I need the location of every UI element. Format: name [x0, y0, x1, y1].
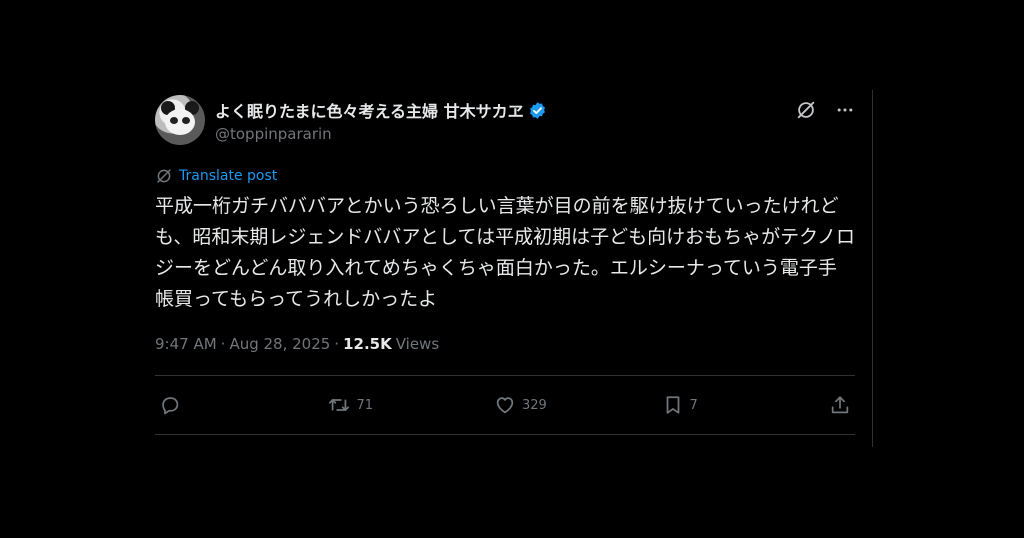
heart-icon: [494, 394, 516, 416]
tweet-card[interactable]: よく眠りたまに色々考える主婦 甘木サカヱ @toppinpararin Tran…: [155, 95, 855, 435]
repost-icon: [327, 394, 351, 416]
author-handle[interactable]: @toppinpararin: [215, 125, 547, 143]
bookmark-count: 7: [689, 397, 698, 413]
tweet-header: よく眠りたまに色々考える主婦 甘木サカヱ @toppinpararin: [155, 95, 855, 151]
header-actions: [795, 99, 855, 121]
more-icon[interactable]: [835, 100, 855, 120]
author-names: よく眠りたまに色々考える主婦 甘木サカヱ @toppinpararin: [215, 98, 547, 143]
author-display-name[interactable]: よく眠りたまに色々考える主婦 甘木サカヱ: [215, 98, 547, 122]
tweet-meta: 9:47 AM · Aug 28, 2025 · 12.5K Views: [155, 335, 855, 353]
repost-button[interactable]: 71: [327, 394, 387, 416]
timeline-border: [872, 90, 873, 447]
share-button[interactable]: [829, 394, 851, 416]
action-bar: 71 329 7: [155, 376, 855, 434]
tweet-time[interactable]: 9:47 AM: [155, 335, 217, 353]
tweet-date[interactable]: Aug 28, 2025: [229, 335, 330, 353]
display-name-text: よく眠りたまに色々考える主婦 甘木サカヱ: [215, 102, 524, 121]
grok-icon[interactable]: [795, 99, 817, 121]
reply-button[interactable]: [159, 394, 219, 416]
translate-post-link[interactable]: Translate post: [155, 167, 855, 185]
verified-badge-icon[interactable]: [528, 101, 547, 120]
meta-separator: ·: [334, 335, 340, 353]
meta-separator: ·: [220, 335, 226, 353]
like-button[interactable]: 329: [494, 394, 554, 416]
translate-label: Translate post: [179, 168, 278, 184]
tweet-text: 平成一桁ガチバババアとかいう恐ろしい言葉が目の前を駆け抜けていったけれども、昭和…: [155, 195, 855, 310]
repost-count: 71: [356, 397, 374, 413]
views-label: Views: [395, 335, 440, 353]
bookmark-icon: [662, 394, 684, 416]
share-icon: [829, 394, 851, 416]
divider: [155, 434, 855, 435]
views-count[interactable]: 12.5K: [343, 335, 392, 353]
avatar[interactable]: [155, 95, 205, 145]
like-count: 329: [522, 397, 547, 413]
reply-icon: [159, 394, 181, 416]
bookmark-button[interactable]: 7: [662, 394, 722, 416]
translate-icon: [155, 167, 173, 185]
